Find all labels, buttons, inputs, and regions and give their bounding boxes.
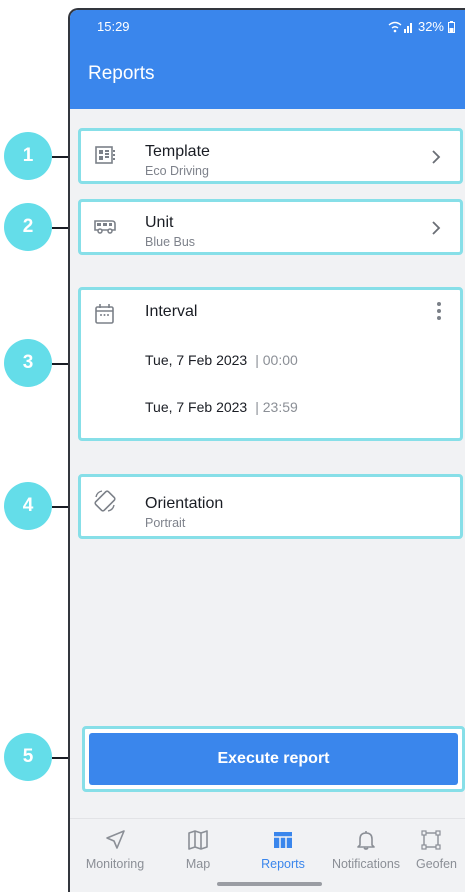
template-icon [95, 146, 115, 164]
chevron-right-icon [432, 150, 441, 164]
nav-geofences[interactable]: Geofen [416, 829, 465, 871]
execute-highlight: Execute report [82, 726, 465, 792]
template-label: Template [145, 143, 210, 160]
interval-from[interactable]: Tue, 7 Feb 2023 | 00:00 [145, 352, 298, 368]
status-time: 15:29 [97, 19, 130, 34]
interval-card: Interval Tue, 7 Feb 2023 | 00:00 Tue, 7 F… [78, 287, 463, 441]
interval-from-time: | 00:00 [255, 352, 298, 368]
navigation-arrow-icon [106, 830, 125, 849]
interval-label: Interval [145, 303, 198, 320]
callout-1: 1 [4, 132, 52, 180]
calendar-icon [95, 304, 114, 324]
orientation-value: Portrait [145, 516, 186, 530]
geofence-icon [421, 830, 441, 850]
nav-map[interactable]: Map [170, 829, 226, 871]
nav-notifications-label: Notifications [331, 857, 401, 871]
bell-icon [357, 831, 375, 850]
nav-reports[interactable]: Reports [252, 829, 314, 871]
callout-2: 2 [4, 203, 52, 251]
map-icon [188, 830, 208, 850]
phone-screen: 15:29 32% Reports Template Eco Driving U… [68, 8, 465, 892]
status-bar: 15:29 32% [70, 10, 465, 43]
unit-label: Unit [145, 214, 174, 231]
execute-report-button[interactable]: Execute report [89, 733, 458, 785]
callout-4: 4 [4, 482, 52, 530]
more-options-icon[interactable] [436, 302, 442, 322]
template-row[interactable]: Template Eco Driving [78, 128, 463, 184]
nav-reports-label: Reports [261, 857, 305, 871]
home-indicator[interactable] [217, 882, 322, 886]
chevron-right-icon [432, 221, 441, 235]
wifi-signal-icon [388, 21, 412, 33]
nav-geofences-label: Geofen [416, 857, 458, 871]
interval-from-date: Tue, 7 Feb 2023 [145, 352, 248, 368]
template-value: Eco Driving [145, 164, 209, 178]
reports-table-icon [274, 832, 292, 848]
orientation-row[interactable]: Orientation Portrait [78, 474, 463, 539]
callout-5: 5 [4, 733, 52, 781]
nav-monitoring-label: Monitoring [85, 857, 145, 871]
callout-3: 3 [4, 339, 52, 387]
nav-notifications[interactable]: Notifications [326, 829, 406, 871]
interval-to[interactable]: Tue, 7 Feb 2023 | 23:59 [145, 399, 298, 415]
status-indicators: 32% [388, 19, 455, 34]
battery-icon [448, 20, 455, 33]
nav-monitoring[interactable]: Monitoring [76, 829, 154, 871]
bus-icon [94, 220, 116, 234]
nav-map-label: Map [185, 857, 211, 871]
interval-to-time: | 23:59 [255, 399, 298, 415]
app-bar: Reports [70, 43, 465, 109]
battery-percent: 32% [417, 19, 444, 34]
page-title: Reports [88, 63, 155, 84]
orientation-label: Orientation [145, 495, 224, 512]
unit-value: Blue Bus [145, 235, 196, 249]
interval-to-date: Tue, 7 Feb 2023 [145, 399, 248, 415]
bottom-nav: Monitoring Map Reports Notifications Geo… [70, 818, 465, 892]
screen-rotation-icon [94, 490, 116, 512]
unit-row[interactable]: Unit Blue Bus [78, 199, 463, 255]
